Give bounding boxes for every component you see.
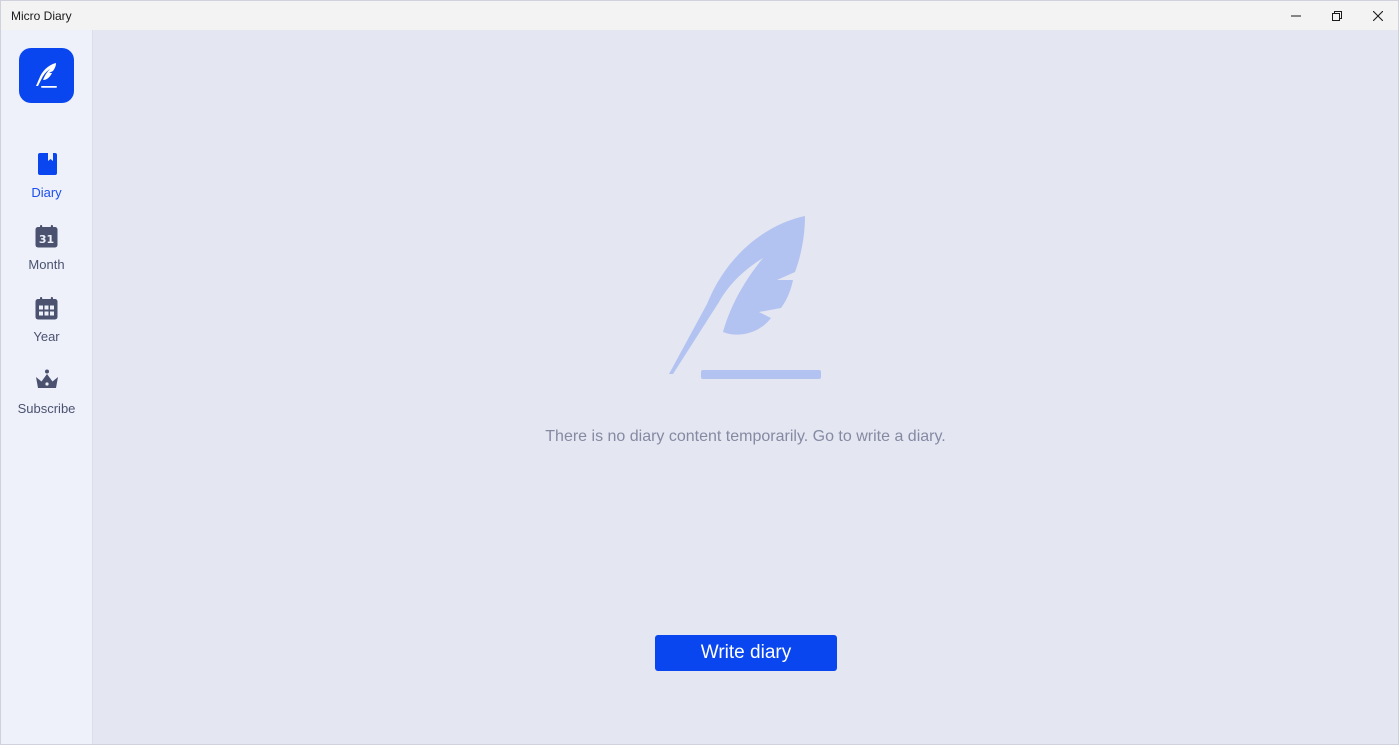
crown-icon (35, 369, 58, 388)
nav-item-subscribe[interactable]: Subscribe (1, 368, 92, 430)
empty-state-message: There is no diary content temporarily. G… (545, 428, 946, 445)
main-content: There is no diary content temporarily. G… (93, 30, 1398, 744)
minimize-button[interactable] (1275, 1, 1316, 30)
nav-icon-subscribe (35, 368, 59, 392)
feather-icon (35, 62, 57, 88)
svg-text:31: 31 (39, 233, 54, 246)
nav-label-diary: Diary (31, 185, 62, 200)
nav-label-month: Month (28, 257, 65, 272)
app-logo (19, 48, 74, 103)
close-button[interactable] (1357, 1, 1398, 30)
sidebar: Diary 31 Month Year Subscribe (1, 30, 93, 744)
nav-label-subscribe: Subscribe (17, 401, 76, 416)
window-controls (1275, 1, 1398, 30)
nav-icon-year (35, 296, 59, 320)
nav-icon-month: 31 (35, 224, 59, 248)
calendar-31-icon: 31 (35, 224, 58, 247)
calendar-grid-icon (35, 296, 58, 319)
feather-pen-icon (669, 216, 821, 379)
nav-label-year: Year (33, 329, 60, 344)
title-bar[interactable]: Micro Diary (1, 1, 1398, 30)
restore-button[interactable] (1316, 1, 1357, 30)
nav-item-month[interactable]: 31 Month (1, 224, 92, 286)
close-icon (1372, 10, 1383, 21)
nav-item-diary[interactable]: Diary (1, 152, 92, 214)
restore-icon (1331, 10, 1342, 21)
app-window: Micro Diary Diary 31 Month Year Subscrib… (0, 0, 1399, 745)
minimize-icon (1290, 15, 1301, 16)
nav-item-year[interactable]: Year (1, 296, 92, 358)
write-diary-button[interactable]: Write diary (655, 635, 837, 671)
bookmark-book-icon (37, 153, 57, 175)
window-title: Micro Diary (11, 8, 72, 23)
nav-icon-diary (35, 152, 59, 176)
